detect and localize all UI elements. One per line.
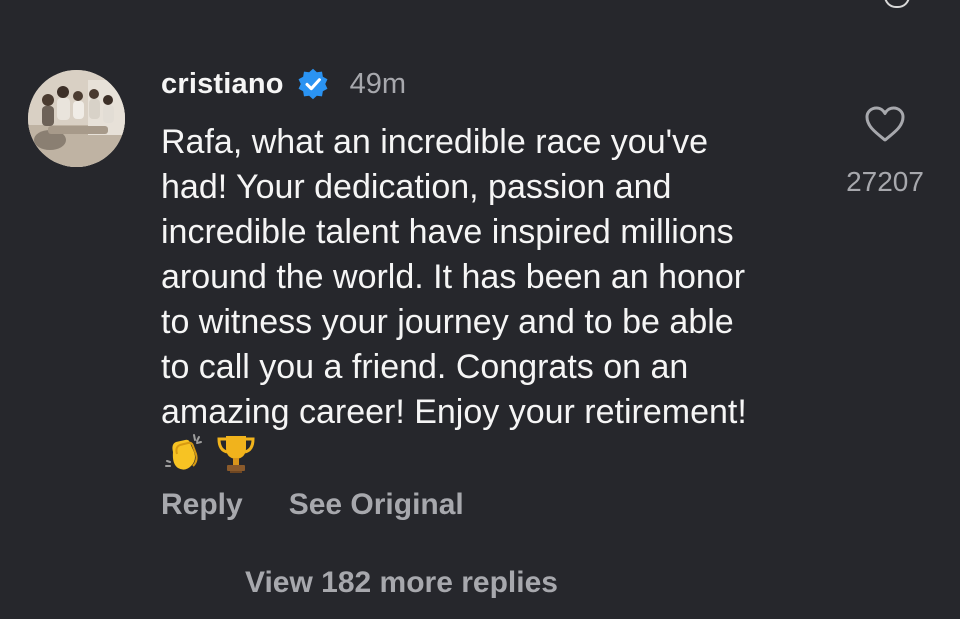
like-area: 27207: [830, 104, 940, 198]
comment-text: Rafa, what an incredible race you've had…: [161, 123, 747, 431]
reply-button[interactable]: Reply: [161, 488, 243, 522]
heart-outline-icon[interactable]: [863, 104, 907, 144]
view-more-replies-button[interactable]: View 182 more replies: [245, 566, 558, 600]
timestamp: 49m: [349, 67, 407, 100]
comment-header: cristiano 49m: [161, 62, 406, 106]
verified-badge-icon: [296, 67, 330, 101]
username[interactable]: cristiano: [161, 68, 284, 101]
top-strip: [0, 0, 960, 26]
avatar[interactable]: [28, 70, 125, 167]
clapping-hands-icon: [161, 430, 207, 476]
like-count: 27207: [846, 166, 924, 197]
emoji-row: [161, 430, 259, 476]
see-original-button[interactable]: See Original: [289, 488, 464, 522]
partial-icon: [884, 0, 910, 8]
trophy-icon: [213, 430, 259, 476]
comment-actions: Reply See Original: [161, 488, 464, 522]
